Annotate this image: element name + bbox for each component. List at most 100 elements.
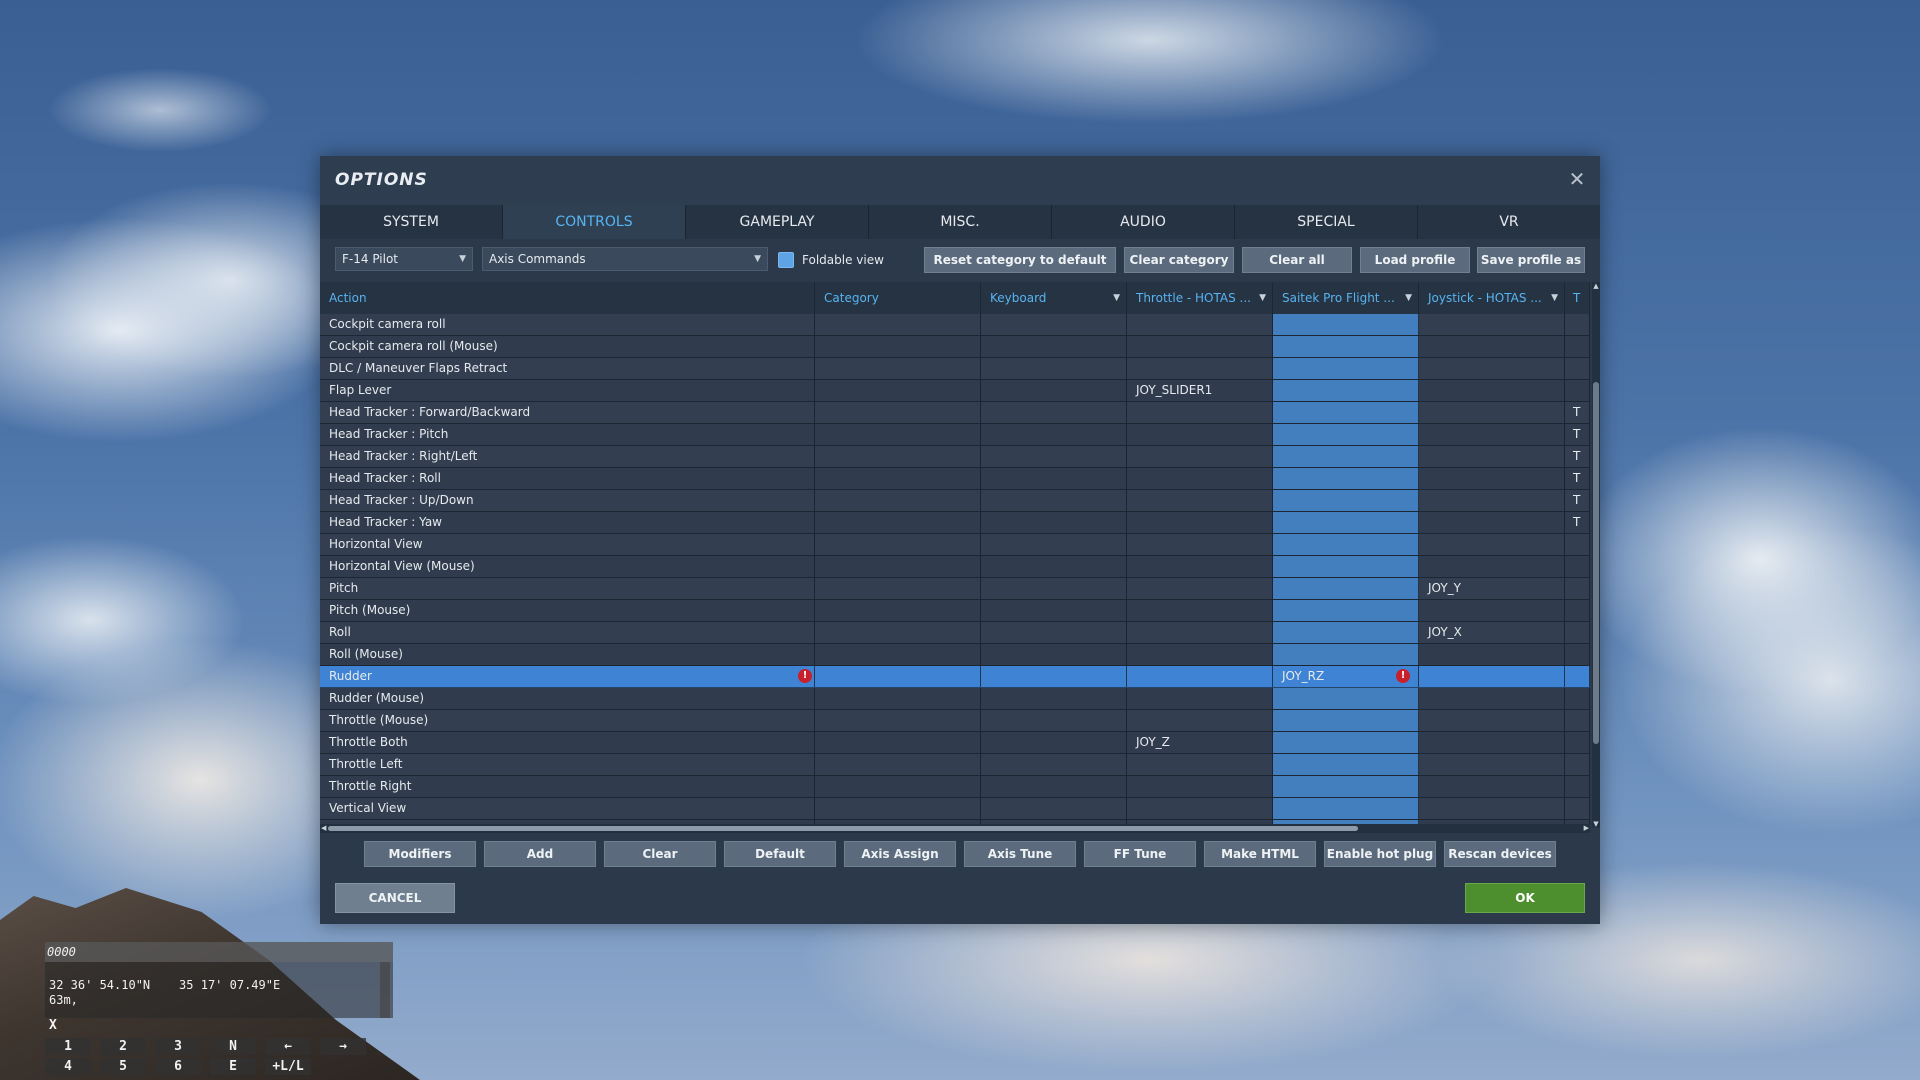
cell-category[interactable] (815, 732, 981, 753)
cell-extra[interactable] (1565, 578, 1590, 599)
cell-throttle[interactable] (1127, 446, 1273, 467)
cell-joystick[interactable] (1419, 534, 1565, 555)
scroll-down-icon[interactable]: ▼ (1592, 820, 1600, 828)
cell-action[interactable]: Flap Lever (320, 380, 815, 401)
cell-keyboard[interactable] (981, 358, 1127, 379)
cell-joystick[interactable] (1419, 754, 1565, 775)
cell-joystick[interactable] (1419, 468, 1565, 489)
cell-action[interactable]: Throttle (Mouse) (320, 710, 815, 731)
cell-joystick[interactable] (1419, 666, 1565, 687)
column-header-throttle[interactable]: Throttle - HOTAS ... ▼ (1127, 282, 1273, 314)
cell-throttle[interactable] (1127, 776, 1273, 797)
cell-joystick[interactable] (1419, 644, 1565, 665)
cell-extra[interactable]: T (1565, 402, 1590, 423)
cell-saitek[interactable] (1273, 732, 1419, 753)
cancel-button[interactable]: CANCEL (335, 883, 455, 913)
cell-joystick[interactable] (1419, 424, 1565, 445)
cell-category[interactable] (815, 754, 981, 775)
table-row[interactable]: Cockpit camera roll (320, 314, 1590, 336)
cell-throttle[interactable] (1127, 556, 1273, 577)
cell-throttle[interactable]: JOY_Z (1127, 732, 1273, 753)
cell-action[interactable]: Cockpit camera roll (Mouse) (320, 336, 815, 357)
cell-throttle[interactable] (1127, 710, 1273, 731)
cell-keyboard[interactable] (981, 556, 1127, 577)
table-row[interactable]: Head Tracker : Roll T (320, 468, 1590, 490)
tab-misc[interactable]: MISC. (869, 205, 1052, 239)
table-row[interactable]: Throttle Left (320, 754, 1590, 776)
cell-throttle[interactable] (1127, 578, 1273, 599)
cell-saitek[interactable] (1273, 336, 1419, 357)
modifiers-button[interactable]: Modifiers (364, 841, 476, 867)
table-row[interactable]: Cockpit camera roll (Mouse) (320, 336, 1590, 358)
cell-throttle[interactable] (1127, 512, 1273, 533)
save-profile-as-button[interactable]: Save profile as (1477, 247, 1585, 273)
cell-category[interactable] (815, 468, 981, 489)
cell-category[interactable] (815, 622, 981, 643)
cell-action[interactable]: Head Tracker : Up/Down (320, 490, 815, 511)
cell-extra[interactable] (1565, 622, 1590, 643)
cell-saitek[interactable] (1273, 402, 1419, 423)
cell-joystick[interactable] (1419, 380, 1565, 401)
hud-close-key[interactable]: X (49, 1018, 57, 1033)
rescan-devices-button[interactable]: Rescan devices (1444, 841, 1556, 867)
hud-key-right-arrow[interactable]: → (320, 1038, 366, 1055)
cell-category[interactable] (815, 534, 981, 555)
cell-saitek[interactable] (1273, 556, 1419, 577)
cell-keyboard[interactable] (981, 776, 1127, 797)
cell-keyboard[interactable] (981, 490, 1127, 511)
cell-throttle[interactable] (1127, 424, 1273, 445)
cell-extra[interactable] (1565, 666, 1590, 687)
cell-action[interactable]: Rudder (320, 666, 815, 687)
table-row[interactable]: Head Tracker : Yaw T (320, 512, 1590, 534)
cell-action[interactable]: Throttle Both (320, 732, 815, 753)
vertical-scroll-thumb[interactable] (1593, 382, 1599, 744)
cell-saitek[interactable] (1273, 622, 1419, 643)
table-row[interactable]: Head Tracker : Forward/Backward T (320, 402, 1590, 424)
cell-saitek[interactable] (1273, 600, 1419, 621)
tab-special[interactable]: SPECIAL (1235, 205, 1418, 239)
cell-extra[interactable]: T (1565, 468, 1590, 489)
table-row[interactable]: DLC / Maneuver Flaps Retract (320, 358, 1590, 380)
cell-joystick[interactable] (1419, 490, 1565, 511)
clear-category-button[interactable]: Clear category (1124, 247, 1234, 273)
cell-keyboard[interactable] (981, 688, 1127, 709)
cell-extra[interactable] (1565, 644, 1590, 665)
cell-saitek[interactable] (1273, 358, 1419, 379)
table-row[interactable]: Rudder (Mouse) (320, 688, 1590, 710)
default-button[interactable]: Default (724, 841, 836, 867)
cell-action[interactable]: Head Tracker : Right/Left (320, 446, 815, 467)
hud-key-5[interactable]: 5 (100, 1058, 146, 1075)
cell-extra[interactable] (1565, 710, 1590, 731)
hud-key-1[interactable]: 1 (45, 1038, 91, 1055)
table-row[interactable]: Rudder JOY_RZ!! (320, 666, 1590, 688)
cell-keyboard[interactable] (981, 644, 1127, 665)
cell-keyboard[interactable] (981, 600, 1127, 621)
cell-category[interactable] (815, 666, 981, 687)
cell-extra[interactable] (1565, 776, 1590, 797)
cell-keyboard[interactable] (981, 754, 1127, 775)
table-row[interactable]: Pitch JOY_Y (320, 578, 1590, 600)
clear-all-button[interactable]: Clear all (1242, 247, 1352, 273)
axis-tune-button[interactable]: Axis Tune (964, 841, 1076, 867)
cell-category[interactable] (815, 446, 981, 467)
cell-throttle[interactable] (1127, 468, 1273, 489)
cell-throttle[interactable] (1127, 336, 1273, 357)
cell-category[interactable] (815, 380, 981, 401)
cell-action[interactable]: Pitch (320, 578, 815, 599)
cell-category[interactable] (815, 688, 981, 709)
table-row[interactable]: Flap Lever JOY_SLIDER1 (320, 380, 1590, 402)
cell-saitek[interactable] (1273, 644, 1419, 665)
cell-saitek[interactable] (1273, 798, 1419, 819)
cell-keyboard[interactable] (981, 732, 1127, 753)
clear-button[interactable]: Clear (604, 841, 716, 867)
cell-category[interactable] (815, 314, 981, 335)
cell-category[interactable] (815, 798, 981, 819)
cell-extra[interactable] (1565, 534, 1590, 555)
cell-category[interactable] (815, 644, 981, 665)
cell-joystick[interactable] (1419, 688, 1565, 709)
cell-throttle[interactable] (1127, 402, 1273, 423)
horizontal-scrollbar[interactable]: ◀ ▶ (320, 824, 1590, 833)
cell-keyboard[interactable] (981, 402, 1127, 423)
cell-action[interactable]: Head Tracker : Yaw (320, 512, 815, 533)
cell-throttle[interactable] (1127, 666, 1273, 687)
